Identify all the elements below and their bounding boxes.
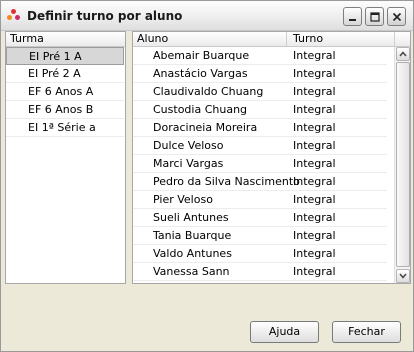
title-bar[interactable]: Definir turno por aluno <box>1 1 413 31</box>
turma-item[interactable]: EF 6 Anos B <box>6 101 124 119</box>
turno-column-header[interactable]: Turno <box>289 32 395 47</box>
button-bar: Ajuda Fechar <box>5 285 410 348</box>
turno-cell[interactable]: Integral <box>293 191 336 209</box>
table-row[interactable]: Custodia Chuang Integral <box>133 101 387 119</box>
turno-cell[interactable]: Integral <box>293 155 336 173</box>
turno-cell[interactable]: Integral <box>293 227 336 245</box>
aluno-name-cell: Pedro da Silva Nascimento <box>153 175 300 188</box>
table-row[interactable]: Abemair Buarque Integral <box>133 47 387 65</box>
maximize-icon <box>369 11 380 22</box>
turno-cell[interactable]: Integral <box>293 47 336 65</box>
aluno-panel: Aluno Turno Abemair Buarque Integral Anast… <box>132 31 411 284</box>
aluno-name-cell: Tania Buarque <box>153 229 232 242</box>
close-dialog-button[interactable]: Fechar <box>332 321 401 343</box>
turma-header: Turma <box>6 32 125 47</box>
turma-item[interactable]: EI Pré 1 A <box>6 47 124 65</box>
turno-cell[interactable]: Integral <box>293 101 336 119</box>
table-row[interactable]: Tania Buarque Integral <box>133 227 387 245</box>
turno-cell[interactable]: Integral <box>293 65 336 83</box>
aluno-name-cell: Marci Vargas <box>153 157 224 170</box>
minimize-icon <box>348 18 356 21</box>
turno-cell[interactable]: Integral <box>293 209 336 227</box>
turma-item[interactable]: EI 1ª Série a <box>6 119 124 137</box>
table-row[interactable]: Vanessa Sann Integral <box>133 263 387 281</box>
scroll-down-button[interactable] <box>396 269 410 283</box>
table-row[interactable]: Marci Vargas Integral <box>133 155 387 173</box>
table-row[interactable]: Pier Veloso Integral <box>133 191 387 209</box>
window-title: Definir turno por aluno <box>27 9 183 23</box>
turno-cell[interactable]: Integral <box>293 173 336 191</box>
table-row[interactable]: Dulce Veloso Integral <box>133 137 387 155</box>
table-row[interactable]: Valdo Antunes Integral <box>133 245 387 263</box>
close-icon <box>392 12 401 21</box>
turno-cell[interactable]: Integral <box>293 119 336 137</box>
app-dots-icon <box>7 9 21 23</box>
aluno-header: Aluno Turno <box>133 32 410 47</box>
close-button[interactable] <box>387 7 406 26</box>
aluno-name-cell: Sueli Antunes <box>153 211 229 224</box>
minimize-button[interactable] <box>343 7 362 26</box>
aluno-name-cell: Anastácio Vargas <box>153 67 248 80</box>
aluno-name-cell: Valdo Antunes <box>153 247 232 260</box>
help-button[interactable]: Ajuda <box>250 321 319 343</box>
aluno-name-cell: Abemair Buarque <box>153 49 250 62</box>
table-row[interactable]: Anastácio Vargas Integral <box>133 65 387 83</box>
aluno-name-cell: Custodia Chuang <box>153 103 248 116</box>
aluno-name-cell: Pier Veloso <box>153 193 213 206</box>
turno-cell[interactable]: Integral <box>293 263 336 281</box>
maximize-button[interactable] <box>365 7 384 26</box>
aluno-name-cell: Claudivaldo Chuang <box>153 85 264 98</box>
aluno-name-cell: Doracineia Moreira <box>153 121 258 134</box>
table-row[interactable]: Claudivaldo Chuang Integral <box>133 83 387 101</box>
aluno-column-header[interactable]: Aluno <box>133 32 287 47</box>
aluno-name-cell: Vanessa Sann <box>153 265 230 278</box>
table-row[interactable]: Doracineia Moreira Integral <box>133 119 387 137</box>
dialog-window: Definir turno por aluno Turma EI Pré 1 A… <box>0 0 414 352</box>
turno-cell[interactable]: Integral <box>293 137 336 155</box>
table-row[interactable]: Pedro da Silva Nascimento Integral <box>133 173 387 191</box>
scroll-up-button[interactable] <box>396 47 410 61</box>
chevron-down-icon <box>399 273 407 279</box>
turma-column-header[interactable]: Turma <box>6 32 125 47</box>
turma-panel: Turma EI Pré 1 A EI Pré 2 A EF 6 Anos A EF … <box>5 31 126 284</box>
vertical-scrollbar[interactable] <box>394 47 410 283</box>
scroll-thumb[interactable] <box>396 62 410 267</box>
aluno-name-cell: Dulce Veloso <box>153 139 224 152</box>
turma-item[interactable]: EI Pré 2 A <box>6 65 124 83</box>
turno-cell[interactable]: Integral <box>293 83 336 101</box>
chevron-up-icon <box>399 51 407 57</box>
turma-item[interactable]: EF 6 Anos A <box>6 83 124 101</box>
table-row[interactable]: Sueli Antunes Integral <box>133 209 387 227</box>
turno-cell[interactable]: Integral <box>293 245 336 263</box>
